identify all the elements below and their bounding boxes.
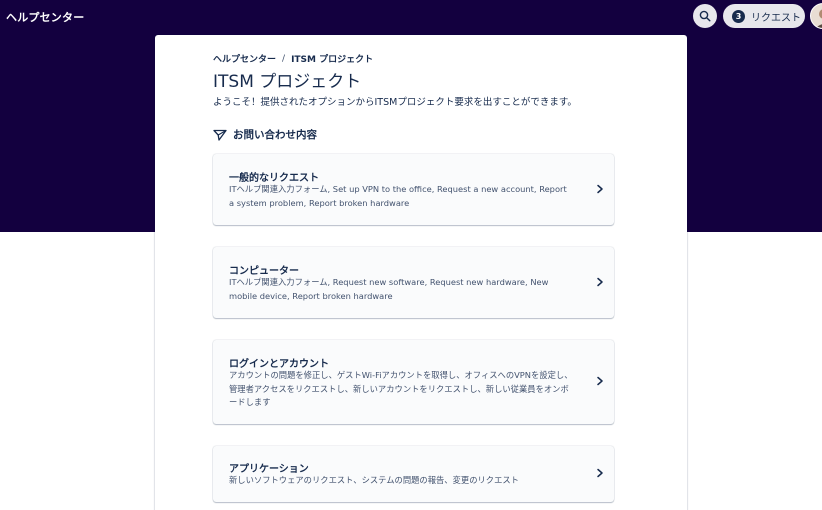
breadcrumb-help-center[interactable]: ヘルプセンター (213, 52, 276, 65)
search-button[interactable] (693, 4, 717, 28)
category-card-application[interactable]: アプリケーション 新しいソフトウェアのリクエスト、システムの問題の報告、変更のリ… (213, 446, 614, 502)
breadcrumb-itsm-project[interactable]: ITSM プロジェクト (291, 52, 373, 65)
request-count-badge: 3 (732, 9, 745, 23)
category-card-general-request[interactable]: 一般的なリクエスト ITヘルプ関連入力フォーム, Set up VPN to t… (213, 154, 614, 225)
breadcrumb: ヘルプセンター / ITSM プロジェクト (213, 52, 373, 66)
chevron-right-icon (597, 277, 603, 287)
category-title: コンピューター (229, 266, 299, 277)
breadcrumb-separator: / (282, 53, 286, 64)
category-description: ITヘルプ関連入力フォーム, Request new software, Req… (229, 277, 549, 301)
portal-panel: ヘルプセンター / ITSM プロジェクト ITSM プロジェクト ようこそ！提… (155, 35, 687, 510)
category-title: ログインとアカウント (229, 359, 329, 370)
help-center-home-link[interactable]: ヘルプセンター (6, 9, 84, 25)
welcome-message: ようこそ！提供されたオプションからITSMプロジェクト要求を出すことができます。 (213, 97, 577, 108)
section-header: お問い合わせ内容 (213, 127, 317, 142)
chevron-right-icon (597, 376, 603, 386)
requests-label: リクエスト (751, 12, 801, 24)
page-title: ITSM プロジェクト (213, 72, 362, 92)
category-description: ITヘルプ関連入力フォーム, Set up VPN to the office,… (229, 184, 567, 208)
category-description: 新しいソフトウェアのリクエスト、システムの問題の報告、変更のリクエスト (229, 475, 519, 485)
category-card-login-account[interactable]: ログインとアカウント アカウントの問題を修正し、ゲストWi-Fiアカウントを取得… (213, 340, 614, 424)
chevron-right-icon (597, 184, 603, 194)
category-card-computer[interactable]: コンピューター ITヘルプ関連入力フォーム, Request new softw… (213, 247, 614, 318)
search-icon (699, 10, 711, 22)
requests-button[interactable]: 3 リクエスト (723, 4, 805, 28)
category-title: 一般的なリクエスト (229, 173, 319, 184)
chevron-right-icon (597, 468, 603, 478)
send-icon (213, 129, 227, 141)
category-title: アプリケーション (229, 464, 309, 475)
section-title: お問い合わせ内容 (233, 129, 317, 141)
category-description: アカウントの問題を修正し、ゲストWi-Fiアカウントを取得し、オフィスへのVPN… (229, 370, 573, 407)
